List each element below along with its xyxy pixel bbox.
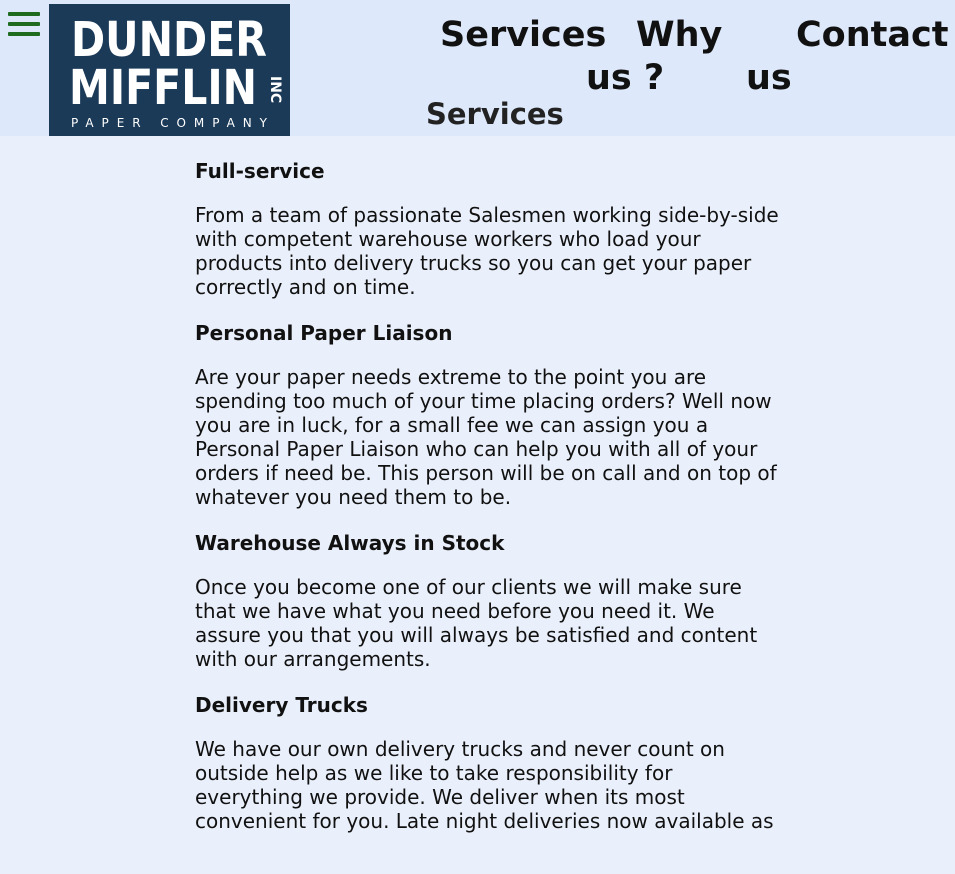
service-title: Delivery Trucks bbox=[195, 693, 368, 717]
service-title: Personal Paper Liaison bbox=[195, 321, 453, 345]
service-section: Personal Paper Liaison Are your paper ne… bbox=[195, 316, 785, 509]
nav-why-line1: Why bbox=[636, 15, 723, 55]
service-section: Warehouse Always in Stock Once you becom… bbox=[195, 526, 785, 671]
nav-why-line2: us ? bbox=[586, 58, 665, 98]
nav-contact-line2: us bbox=[746, 58, 792, 98]
site-header: DUNDER MIFFLIN INC PAPER COMPANY Service… bbox=[0, 0, 955, 136]
nav-link-services[interactable]: Services bbox=[440, 14, 606, 57]
hamburger-menu-icon[interactable] bbox=[8, 12, 40, 40]
nav-link-contact-us[interactable]: Contact us bbox=[746, 14, 949, 100]
service-description: We have our own delivery trucks and neve… bbox=[195, 737, 774, 833]
logo-line2: MIFFLIN bbox=[69, 60, 257, 116]
nav-contact-line1: Contact bbox=[796, 15, 949, 55]
logo-inc: INC bbox=[267, 76, 283, 103]
menu-bar bbox=[8, 22, 40, 26]
menu-bar bbox=[8, 32, 40, 36]
services-content: Full-service From a team of passionate S… bbox=[195, 154, 785, 850]
service-section: Full-service From a team of passionate S… bbox=[195, 154, 785, 299]
page-title: Services bbox=[426, 97, 564, 131]
menu-bar bbox=[8, 12, 40, 16]
dunder-mifflin-logo[interactable]: DUNDER MIFFLIN INC PAPER COMPANY bbox=[49, 4, 290, 136]
nav-link-why-us[interactable]: Why us ? bbox=[586, 14, 766, 100]
service-section: Delivery Trucks We have our own delivery… bbox=[195, 688, 785, 833]
logo-graphic: DUNDER MIFFLIN INC PAPER COMPANY bbox=[49, 4, 290, 136]
service-description: Once you become one of our clients we wi… bbox=[195, 575, 758, 671]
service-title: Full-service bbox=[195, 159, 325, 183]
service-title: Warehouse Always in Stock bbox=[195, 531, 505, 555]
service-description: From a team of passionate Salesmen worki… bbox=[195, 203, 779, 299]
service-description: Are your paper needs extreme to the poin… bbox=[195, 365, 777, 509]
